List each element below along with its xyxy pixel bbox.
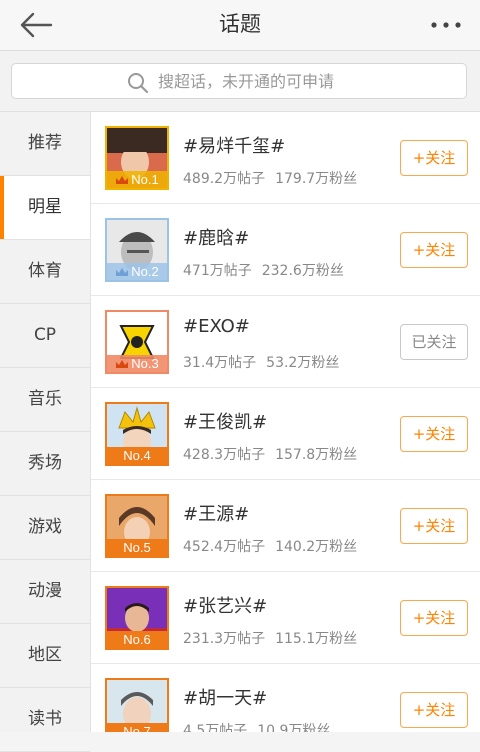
post-count: 231.3万帖子 <box>183 631 266 647</box>
page-title: 话题 <box>219 12 261 36</box>
rank-badge: No.1 <box>107 171 167 188</box>
topic-row[interactable]: No.6 #张艺兴# 231.3万帖子 115.1万粉丝 +关注 <box>91 572 480 664</box>
search-input[interactable] <box>158 68 458 94</box>
topic-stats: 489.2万帖子 179.7万粉丝 <box>183 168 357 188</box>
followed-button[interactable]: 已关注 <box>400 324 468 360</box>
topic-stats: 471万帖子 232.6万粉丝 <box>183 260 344 280</box>
topic-row[interactable]: No.2 #鹿晗# 471万帖子 232.6万粉丝 +关注 <box>91 204 480 296</box>
more-options-icon[interactable] <box>426 10 466 40</box>
rank-badge: No.5 <box>107 539 167 556</box>
rank-label: No.3 <box>131 356 159 371</box>
topic-title[interactable]: #王俊凯# <box>183 408 267 434</box>
topic-thumbnail[interactable]: No.7 <box>105 678 169 732</box>
sidebar-item-6[interactable]: 游戏 <box>0 496 90 560</box>
fan-count: 10.9万粉丝 <box>257 723 331 732</box>
search-icon <box>128 73 149 94</box>
sidebar-item-4[interactable]: 音乐 <box>0 368 90 432</box>
sidebar-item-9[interactable]: 读书 <box>0 688 90 752</box>
topic-title[interactable]: #易烊千玺# <box>183 132 285 158</box>
rank-label: No.4 <box>123 448 151 463</box>
follow-button[interactable]: +关注 <box>400 232 468 268</box>
post-count: 428.3万帖子 <box>183 447 266 463</box>
post-count: 489.2万帖子 <box>183 171 266 187</box>
follow-button[interactable]: +关注 <box>400 600 468 636</box>
topic-row[interactable]: No.3 #EXO# 31.4万帖子 53.2万粉丝 已关注 <box>91 296 480 388</box>
rank-label: No.7 <box>123 724 151 732</box>
rank-label: No.1 <box>131 172 159 187</box>
rank-badge: No.6 <box>107 631 167 648</box>
post-count: 31.4万帖子 <box>183 355 257 371</box>
rank-badge: No.3 <box>107 355 167 372</box>
rank-badge: No.7 <box>107 723 167 732</box>
topic-row[interactable]: No.5 #王源# 452.4万帖子 140.2万粉丝 +关注 <box>91 480 480 572</box>
topic-thumbnail[interactable]: No.4 <box>105 402 169 466</box>
sidebar-item-5[interactable]: 秀场 <box>0 432 90 496</box>
topic-title[interactable]: #鹿晗# <box>183 224 249 250</box>
topic-thumbnail[interactable]: No.3 <box>105 310 169 374</box>
follow-button[interactable]: +关注 <box>400 508 468 544</box>
fan-count: 157.8万粉丝 <box>275 447 358 463</box>
top-bar: 话题 <box>0 0 480 51</box>
topic-title[interactable]: #王源# <box>183 500 249 526</box>
topic-row[interactable]: No.1 #易烊千玺# 489.2万帖子 179.7万粉丝 +关注 <box>91 112 480 204</box>
topic-list: No.1 #易烊千玺# 489.2万帖子 179.7万粉丝 +关注 No.2 #鹿晗# 471… <box>91 112 480 732</box>
topic-thumbnail[interactable]: No.6 <box>105 586 169 650</box>
sidebar-item-2[interactable]: 体育 <box>0 240 90 304</box>
search-box[interactable] <box>11 63 467 99</box>
post-count: 4.5万帖子 <box>183 723 248 732</box>
fan-count: 53.2万粉丝 <box>266 355 340 371</box>
fan-count: 232.6万粉丝 <box>261 263 344 279</box>
category-sidebar: 推荐 明星 体育 CP 音乐 秀场 游戏 动漫 地区 读书 <box>0 112 91 752</box>
sidebar-item-1[interactable]: 明星 <box>0 176 90 240</box>
topic-row[interactable]: No.4 #王俊凯# 428.3万帖子 157.8万粉丝 +关注 <box>91 388 480 480</box>
fan-count: 140.2万粉丝 <box>275 539 358 555</box>
post-count: 471万帖子 <box>183 263 252 279</box>
sidebar-item-7[interactable]: 动漫 <box>0 560 90 624</box>
topic-stats: 231.3万帖子 115.1万粉丝 <box>183 628 357 648</box>
topic-title[interactable]: #EXO# <box>183 316 250 337</box>
topic-thumbnail[interactable]: No.2 <box>105 218 169 282</box>
sidebar-item-3[interactable]: CP <box>0 304 90 368</box>
topic-thumbnail[interactable]: No.1 <box>105 126 169 190</box>
sidebar-item-8[interactable]: 地区 <box>0 624 90 688</box>
topic-stats: 31.4万帖子 53.2万粉丝 <box>183 352 339 372</box>
follow-button[interactable]: +关注 <box>400 692 468 728</box>
follow-button[interactable]: +关注 <box>400 416 468 452</box>
topic-thumbnail[interactable]: No.5 <box>105 494 169 558</box>
fan-count: 179.7万粉丝 <box>275 171 358 187</box>
post-count: 452.4万帖子 <box>183 539 266 555</box>
topic-row[interactable]: No.7 #胡一天# 4.5万帖子 10.9万粉丝 +关注 <box>91 664 480 732</box>
sidebar-item-0[interactable]: 推荐 <box>0 112 90 176</box>
rank-badge: No.2 <box>107 263 167 280</box>
topic-stats: 428.3万帖子 157.8万粉丝 <box>183 444 357 464</box>
rank-label: No.6 <box>123 632 151 647</box>
search-bar <box>0 51 480 112</box>
follow-button[interactable]: +关注 <box>400 140 468 176</box>
topic-stats: 4.5万帖子 10.9万粉丝 <box>183 720 330 732</box>
topic-stats: 452.4万帖子 140.2万粉丝 <box>183 536 357 556</box>
rank-badge: No.4 <box>107 447 167 464</box>
topic-title[interactable]: #胡一天# <box>183 684 267 710</box>
topic-title[interactable]: #张艺兴# <box>183 592 267 618</box>
fan-count: 115.1万粉丝 <box>275 631 358 647</box>
rank-label: No.5 <box>123 540 151 555</box>
rank-label: No.2 <box>131 264 159 279</box>
